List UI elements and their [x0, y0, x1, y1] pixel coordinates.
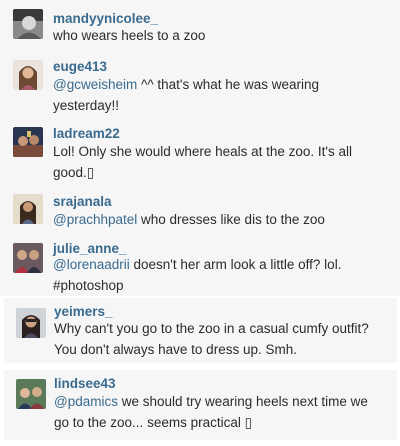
comment-text: @pdamics we should try wearing heels nex… — [54, 391, 394, 433]
mention-link[interactable]: @gcweisheim — [53, 77, 137, 92]
comment-text: @prachhpatel who dresses like dis to the… — [53, 209, 393, 230]
comment-text-line: Lol! Only she would where heals at the z… — [53, 144, 352, 159]
mention-link[interactable]: @prachhpatel — [53, 212, 137, 227]
avatar[interactable] — [16, 379, 46, 409]
comment-text-line: #photoshop — [53, 278, 124, 293]
comment-text-line: who wears heels to a zoo — [53, 28, 206, 43]
comment-text-line: we should try wearing heels next time we — [117, 394, 368, 409]
comment-text-line: Why can't you go to the zoo in a casual … — [54, 321, 369, 336]
comment-item: ladream22 Lol! Only she would where heal… — [0, 116, 400, 184]
comment-text-line: ^^ that's what he was wearing — [137, 77, 320, 92]
comment-text: Lol! Only she would where heals at the z… — [53, 141, 395, 183]
comment-text: @lorenaadrii doesn't her arm look a litt… — [53, 254, 393, 296]
comment-username[interactable]: ladream22 — [53, 125, 120, 142]
comment-username[interactable]: srajanala — [53, 193, 112, 210]
comment-text-line: doesn't her arm look a little off? lol. — [129, 257, 342, 272]
mention-link[interactable]: @pdamics — [54, 394, 118, 409]
avatar[interactable] — [13, 9, 43, 39]
avatar[interactable] — [13, 194, 43, 224]
avatar[interactable] — [16, 308, 46, 338]
comment-text-line: go to the zoo... seems practical ▯ — [54, 415, 253, 430]
comment-text-line: yesterday!! — [53, 98, 120, 113]
mention-link[interactable]: @lorenaadrii — [53, 257, 130, 272]
comment-text: Why can't you go to the zoo in a casual … — [54, 318, 394, 360]
comment-text-line: You don't always have to dress up. Smh. — [54, 342, 297, 357]
comment-item: euge413 @gcweisheim ^^ that's what he wa… — [0, 50, 400, 116]
comment-username[interactable]: lindsee43 — [54, 375, 116, 392]
avatar[interactable] — [13, 127, 43, 157]
avatar[interactable] — [13, 243, 43, 273]
comment-item: julie_anne_ @lorenaadrii doesn't her arm… — [0, 234, 400, 296]
comment-username[interactable]: euge413 — [53, 58, 107, 75]
comments-panel: mandyynicolee_ who wears heels to a zoo … — [0, 0, 400, 446]
comment-item: mandyynicolee_ who wears heels to a zoo — [0, 0, 400, 50]
comment-item: yeimers_ Why can't you go to the zoo in … — [4, 298, 397, 363]
comment-text: who wears heels to a zoo — [53, 25, 393, 46]
comment-text-line: good.▯ — [53, 165, 95, 180]
comment-text: @gcweisheim ^^ that's what he was wearin… — [53, 74, 393, 116]
avatar[interactable] — [13, 60, 43, 90]
comment-item: lindsee43 @pdamics we should try wearing… — [4, 370, 397, 440]
comment-text-line: who dresses like dis to the zoo — [137, 212, 325, 227]
comment-item: srajanala @prachhpatel who dresses like … — [0, 184, 400, 234]
